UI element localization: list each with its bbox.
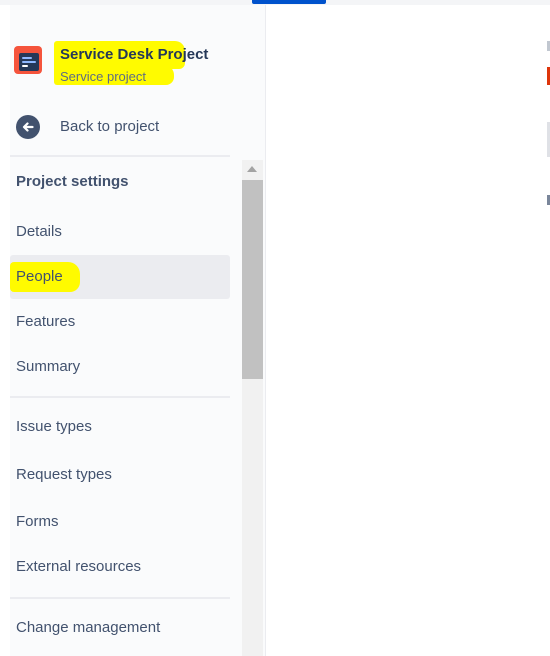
project-avatar — [14, 46, 42, 74]
nav-item-label: Details — [16, 223, 62, 240]
avatar-line — [22, 57, 32, 59]
back-to-project-label: Back to project — [60, 118, 160, 135]
divider — [10, 597, 230, 599]
nav-item-details[interactable]: Details — [10, 210, 230, 254]
nav-item-label: Forms — [16, 513, 59, 530]
nav-item-label: Summary — [16, 358, 81, 375]
nav-item-people[interactable]: People — [10, 255, 230, 299]
project-header[interactable]: Service Desk Project Service project — [10, 41, 250, 91]
nav-item-change-management[interactable]: Change management — [10, 606, 230, 650]
active-tab-indicator — [252, 0, 326, 4]
avatar-line — [22, 61, 36, 63]
nav-item-features[interactable]: Features — [10, 300, 230, 344]
chevron-up-icon — [247, 166, 257, 172]
nav-item-label: Change management — [16, 619, 161, 636]
project-type: Service project — [60, 69, 146, 84]
divider — [10, 155, 230, 157]
avatar-line — [22, 65, 28, 67]
nav-item-forms[interactable]: Forms — [10, 500, 230, 544]
nav-item-label: External resources — [16, 558, 142, 575]
project-title: Service Desk Project — [60, 46, 209, 63]
project-settings-heading: Project settings — [16, 173, 129, 190]
nav-item-issue-types[interactable]: Issue types — [10, 405, 230, 449]
divider — [10, 396, 230, 398]
sidebar-scrollbar[interactable] — [242, 160, 263, 656]
arrow-left-icon — [16, 115, 40, 139]
back-to-project-link[interactable]: Back to project — [10, 113, 250, 141]
nav-item-summary[interactable]: Summary — [10, 345, 230, 389]
scroll-up-button[interactable] — [242, 160, 263, 177]
nav-item-request-types[interactable]: Request types — [10, 453, 230, 497]
app-frame: Service Desk Project Service project Bac… — [0, 0, 550, 656]
nav-item-label: People — [16, 268, 63, 285]
nav-item-label: Features — [16, 313, 76, 330]
nav-item-label: Request types — [16, 466, 112, 483]
main-content — [266, 5, 550, 656]
scrollbar-thumb[interactable] — [242, 180, 263, 379]
nav-item-external-resources[interactable]: External resources — [10, 545, 230, 589]
nav-item-label: Issue types — [16, 418, 92, 435]
sidebar: Service Desk Project Service project Bac… — [10, 5, 266, 656]
